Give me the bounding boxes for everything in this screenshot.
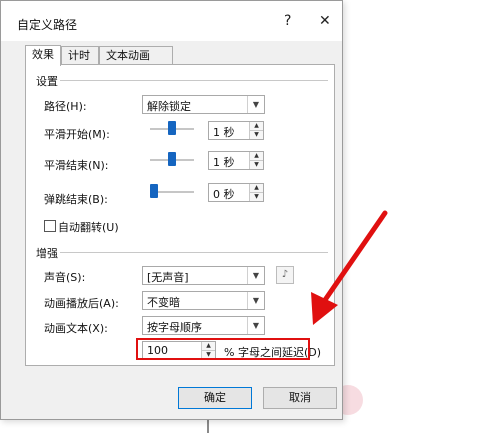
annotation-arrow [311, 210, 388, 325]
tab-effect[interactable]: 效果 [25, 45, 61, 66]
annotation-arrow-shaft [322, 210, 388, 303]
